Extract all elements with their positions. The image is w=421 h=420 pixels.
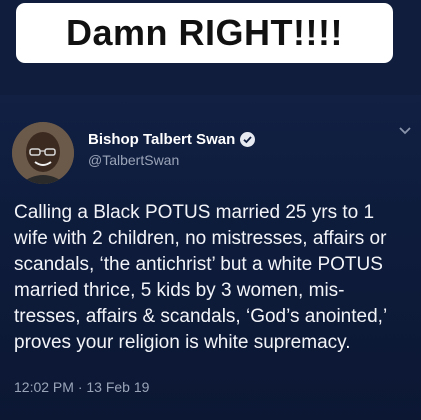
tweet-timestamp[interactable]: 12:02 PM · 13 Feb 19	[14, 379, 149, 395]
caption-text: Damn RIGHT!!!!	[66, 12, 343, 53]
tweet-author-name[interactable]: Bishop Talbert Swan	[88, 131, 256, 148]
display-name[interactable]: Bishop Talbert Swan	[88, 131, 235, 148]
tweet-author-handle[interactable]: @TalbertSwan	[88, 152, 179, 168]
tweet-body: Calling a Black POTUS married 25 yrs to …	[14, 202, 388, 353]
avatar[interactable]	[12, 122, 74, 184]
verified-badge-icon	[240, 132, 256, 147]
caption-banner: Damn RIGHT!!!!	[16, 3, 393, 63]
chevron-down-icon[interactable]	[398, 126, 412, 136]
avatar-portrait-icon	[12, 122, 74, 184]
